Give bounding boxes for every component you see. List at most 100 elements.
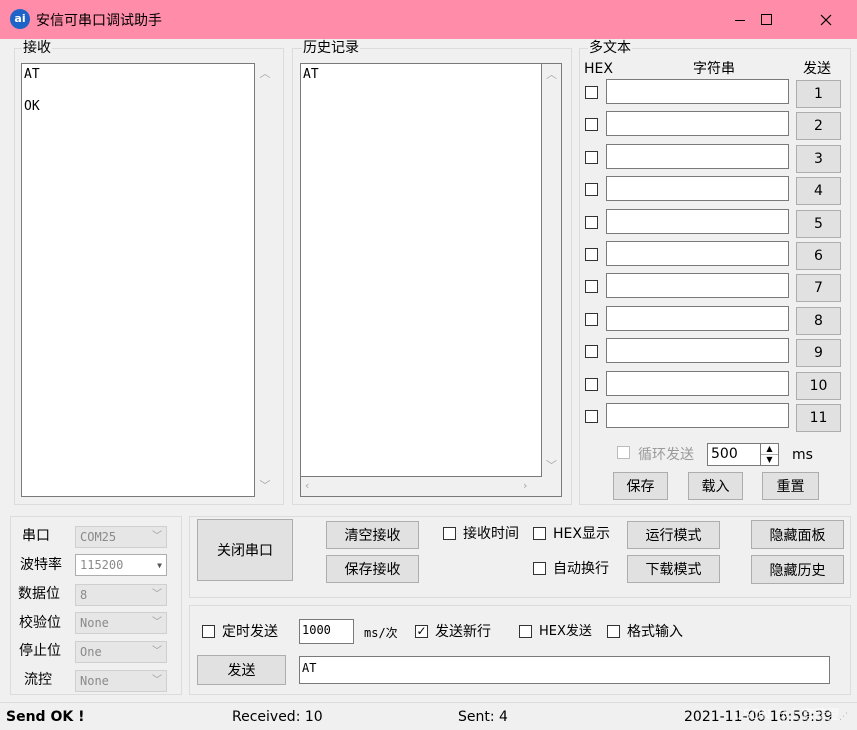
multitext-string-input[interactable]	[606, 111, 789, 136]
multitext-hex-checkbox[interactable]	[585, 86, 598, 99]
send-newline-label: 发送新行	[435, 624, 491, 640]
send-button[interactable]: 发送	[197, 655, 286, 685]
multitext-send-button[interactable]: 3	[796, 145, 841, 173]
multitext-string-input[interactable]	[606, 273, 789, 298]
hide-history-button[interactable]: 隐藏历史	[751, 555, 844, 584]
history-hscrollbar[interactable]: ‹ ›	[300, 477, 562, 497]
multitext-string-input[interactable]	[606, 306, 789, 331]
multitext-send-button[interactable]: 11	[796, 404, 841, 432]
multitext-send-button[interactable]: 5	[796, 210, 841, 238]
multitext-hex-checkbox[interactable]	[585, 345, 598, 358]
maximize-button[interactable]	[744, 0, 790, 39]
multitext-string-input[interactable]	[606, 403, 789, 428]
multitext-save-button[interactable]: 保存	[613, 472, 668, 500]
spin-up-icon[interactable]: ▲	[761, 444, 778, 455]
format-input-label: 格式输入	[627, 624, 683, 640]
multitext-hex-header: HEX	[584, 61, 613, 77]
timed-send-checkbox[interactable]	[202, 625, 215, 638]
history-group-label: 历史记录	[302, 40, 360, 56]
multitext-hex-checkbox[interactable]	[585, 183, 598, 196]
databits-select[interactable]: 8 ﹀	[75, 584, 167, 606]
sent-count: Sent: 4	[458, 709, 508, 725]
multitext-send-button[interactable]: 2	[796, 112, 841, 140]
chevron-down-icon: ﹀	[152, 675, 162, 686]
save-receive-button[interactable]: 保存接收	[326, 555, 419, 583]
scroll-down-icon[interactable]: ﹀	[542, 459, 561, 473]
multitext-reset-button[interactable]: 重置	[762, 472, 819, 500]
receive-textarea[interactable]: AT OK	[21, 63, 255, 497]
multitext-load-button[interactable]: 载入	[688, 472, 743, 500]
watermark-text: CSDN @上官菲夏	[733, 708, 840, 723]
multitext-hex-checkbox[interactable]	[585, 118, 598, 131]
multitext-hex-checkbox[interactable]	[585, 248, 598, 261]
loop-send-checkbox[interactable]	[617, 446, 630, 459]
stopbits-select[interactable]: One ﹀	[75, 641, 167, 663]
dropdown-arrow-icon: ▼	[157, 561, 162, 570]
multitext-hex-checkbox[interactable]	[585, 280, 598, 293]
multitext-send-button[interactable]: 9	[796, 339, 841, 367]
scroll-up-icon[interactable]: ︿	[255, 67, 275, 81]
multitext-string-input[interactable]	[606, 241, 789, 266]
hex-display-checkbox[interactable]	[533, 527, 546, 540]
parity-select[interactable]: None ﹀	[75, 612, 167, 634]
download-mode-button[interactable]: 下载模式	[627, 555, 720, 583]
recv-time-checkbox[interactable]	[443, 527, 456, 540]
port-select[interactable]: COM25 ﹀	[75, 526, 167, 548]
history-textarea[interactable]: AT	[300, 63, 542, 477]
receive-scrollbar[interactable]: ︿ ﹀	[255, 63, 275, 497]
timed-interval-input[interactable]: 1000	[299, 619, 354, 644]
send-text-input[interactable]: AT	[299, 656, 830, 684]
app-logo-icon: ai	[10, 9, 30, 29]
send-newline-checkbox[interactable]	[415, 625, 428, 638]
multitext-string-header: 字符串	[693, 61, 735, 77]
flow-select[interactable]: None ﹀	[75, 670, 167, 692]
parity-label: 校验位	[19, 615, 61, 631]
multitext-string-input[interactable]	[606, 371, 789, 396]
resize-grip-icon[interactable]: ⋰	[839, 713, 848, 722]
timed-send-label: 定时发送	[222, 624, 278, 640]
multitext-string-input[interactable]	[606, 338, 789, 363]
scroll-up-icon[interactable]: ︿	[542, 68, 561, 82]
hex-send-checkbox[interactable]	[519, 625, 532, 638]
baud-label: 波特率	[20, 557, 62, 573]
received-count: Received: 10	[232, 709, 323, 725]
close-port-button[interactable]: 关闭串口	[197, 519, 293, 581]
loop-interval-spinner[interactable]: ▲ ▼	[761, 443, 779, 466]
auto-newline-checkbox[interactable]	[533, 562, 546, 575]
run-mode-button[interactable]: 运行模式	[627, 521, 720, 549]
hex-send-label: HEX发送	[539, 624, 592, 639]
multitext-string-input[interactable]	[606, 176, 789, 201]
loop-interval-input[interactable]: 500	[707, 443, 761, 466]
format-input-checkbox[interactable]	[607, 625, 620, 638]
multitext-string-input[interactable]	[606, 144, 789, 169]
flow-label: 流控	[24, 672, 52, 688]
chevron-down-icon: ﹀	[152, 531, 162, 542]
multitext-send-button[interactable]: 4	[796, 177, 841, 205]
multitext-hex-checkbox[interactable]	[585, 410, 598, 423]
databits-label: 数据位	[18, 586, 60, 602]
auto-newline-label: 自动换行	[553, 561, 609, 577]
multitext-send-button[interactable]: 7	[796, 274, 841, 302]
scroll-down-icon[interactable]: ﹀	[255, 479, 275, 493]
multitext-send-button[interactable]: 1	[796, 80, 841, 108]
hide-panel-button[interactable]: 隐藏面板	[751, 520, 844, 549]
multitext-hex-checkbox[interactable]	[585, 151, 598, 164]
multitext-hex-checkbox[interactable]	[585, 216, 598, 229]
multitext-send-button[interactable]: 10	[796, 372, 841, 400]
multitext-send-header: 发送	[803, 61, 831, 77]
loop-send-label: 循环发送	[638, 447, 694, 463]
multitext-hex-checkbox[interactable]	[585, 378, 598, 391]
history-vscrollbar[interactable]: ︿ ﹀	[542, 63, 562, 477]
multitext-send-button[interactable]: 6	[796, 242, 841, 270]
scroll-left-icon[interactable]: ‹	[305, 479, 309, 493]
baud-select[interactable]: 115200 ▼	[75, 554, 167, 576]
multitext-hex-checkbox[interactable]	[585, 313, 598, 326]
multitext-send-button[interactable]: 8	[796, 307, 841, 335]
multitext-string-input[interactable]	[606, 209, 789, 234]
spin-down-icon[interactable]: ▼	[761, 455, 778, 465]
scroll-right-icon[interactable]: ›	[523, 479, 527, 493]
clear-receive-button[interactable]: 清空接收	[326, 521, 419, 549]
multitext-string-input[interactable]	[606, 79, 789, 104]
chevron-down-icon: ﹀	[152, 589, 162, 600]
close-button[interactable]	[803, 0, 849, 39]
